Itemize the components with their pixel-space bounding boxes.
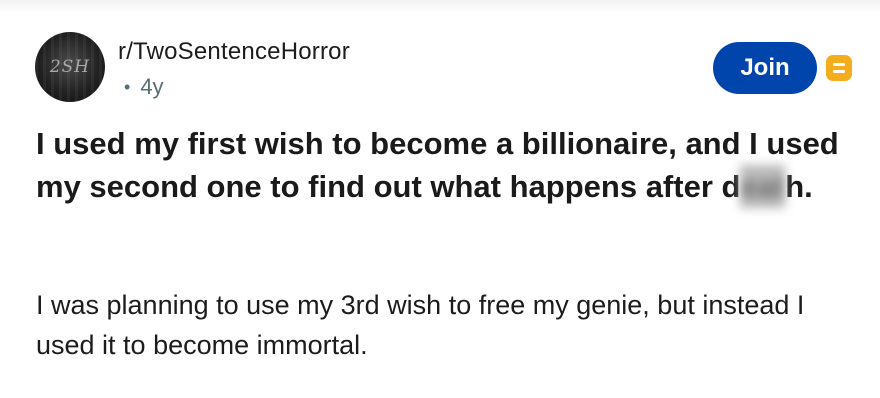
avatar-logo-text: 2SH	[49, 57, 91, 77]
post-age: 4y	[140, 74, 164, 99]
reddit-post: 2SH r/TwoSentenceHorror • 4y Join I used…	[0, 0, 880, 398]
post-body: I was planning to use my 3rd wish to fre…	[36, 290, 805, 360]
post-meta: • 4y	[124, 74, 164, 100]
post-title: I used my first wish to become a billion…	[36, 122, 866, 208]
post-title-censored: eat	[740, 165, 786, 208]
post-title-part2: h.	[785, 169, 813, 204]
meta-separator: •	[124, 77, 131, 97]
post-title-part1: I used my first wish to become a billion…	[36, 126, 839, 204]
top-divider	[0, 0, 880, 14]
save-icon[interactable]	[826, 55, 852, 81]
join-button[interactable]: Join	[713, 42, 817, 94]
community-avatar[interactable]: 2SH	[35, 32, 105, 102]
community-name[interactable]: r/TwoSentenceHorror	[118, 38, 350, 66]
